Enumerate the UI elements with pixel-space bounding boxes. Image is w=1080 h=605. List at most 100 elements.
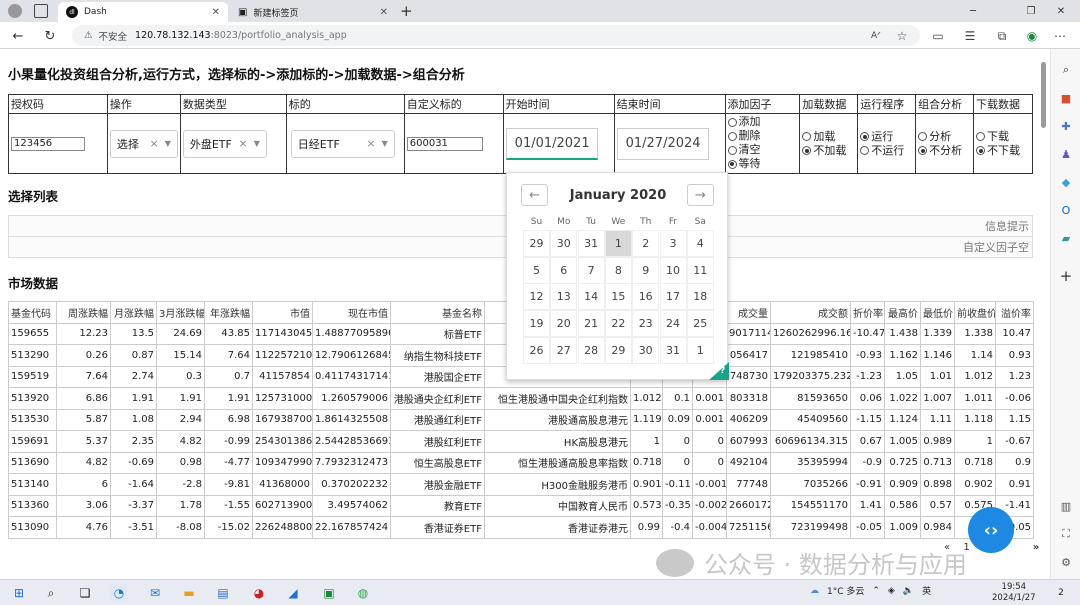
calendar-day[interactable]: 30 [632, 336, 660, 364]
column-header[interactable]: 成交额 [770, 301, 851, 324]
calendar-day[interactable]: 15 [604, 283, 632, 311]
calendar-day[interactable]: 29 [604, 336, 632, 364]
tab-dash[interactable]: dl Dash ✕ [58, 2, 228, 22]
url-input[interactable]: ⚠ 不安全 120.78.132.143 :8023/portfolio_ana… [72, 25, 920, 46]
store-icon[interactable]: ▤ [214, 584, 232, 602]
column-header[interactable]: 最低价 [920, 301, 955, 324]
calendar-day[interactable]: 16 [632, 283, 660, 311]
add-sidebar-app-icon[interactable]: + [1057, 267, 1075, 285]
calendar-day[interactable]: 23 [632, 310, 660, 338]
drop-icon[interactable]: ▰ [1057, 229, 1075, 247]
calendar-day[interactable]: 31 [577, 230, 605, 257]
column-header[interactable]: 前收盘价 [954, 301, 996, 324]
download-option-no-download[interactable]: 不下载 [976, 144, 1030, 158]
calendar-day[interactable]: 2 [632, 230, 660, 257]
calendar-day[interactable]: 27 [550, 336, 578, 364]
load-option-no-load[interactable]: 不加载 [802, 144, 855, 158]
calendar-day[interactable]: 14 [577, 283, 605, 311]
tray-chevron-up-icon[interactable]: ⌃ [872, 586, 880, 596]
next-page-icon[interactable]: » [1033, 542, 1039, 553]
column-header[interactable]: 周涨跌幅 [56, 301, 111, 324]
settings-gear-icon[interactable]: ⚙ [1057, 553, 1075, 571]
next-month-button[interactable]: → [687, 184, 714, 206]
calendar-day[interactable]: 20 [550, 310, 578, 338]
column-header[interactable]: 基金名称 [390, 301, 485, 324]
load-option-load[interactable]: 加载 [802, 130, 855, 144]
run-option-no-run[interactable]: 不运行 [860, 144, 913, 158]
radio-button[interactable] [727, 145, 737, 155]
column-header[interactable]: 折价率 [850, 301, 885, 324]
warning-icon[interactable]: ⚠ [84, 30, 93, 41]
calendar-day[interactable]: 26 [523, 336, 550, 364]
help-icon[interactable]: ? [720, 366, 725, 376]
column-header[interactable]: 月涨跌幅 [110, 301, 157, 324]
calendar-day[interactable]: 29 [523, 230, 550, 257]
column-header[interactable]: 基金代码 [8, 301, 57, 324]
ime-indicator[interactable]: 英 [922, 584, 931, 597]
outlook-icon[interactable]: O [1057, 201, 1075, 219]
favorite-star-icon[interactable]: ☆ [892, 26, 912, 46]
calendar-day[interactable]: 18 [686, 283, 714, 311]
shopping-icon[interactable]: ■ [1057, 89, 1075, 107]
edge-browser-icon[interactable]: ◔ [110, 584, 128, 602]
new-tab-button[interactable]: + [400, 2, 413, 20]
vscode-icon[interactable]: ◢ [284, 584, 302, 602]
radio-button[interactable] [802, 132, 812, 141]
radio-button[interactable] [860, 146, 870, 155]
extension-icon[interactable]: ◉ [1022, 26, 1042, 46]
security-label[interactable]: 不安全 [99, 29, 128, 43]
tab-new[interactable]: ▣ 新建标签页 ✕ [230, 2, 396, 22]
close-tab-icon[interactable]: ✕ [212, 7, 220, 18]
wechat-icon[interactable]: ◍ [354, 584, 372, 602]
weather-icon[interactable]: ☁ [810, 586, 819, 596]
calendar-day[interactable]: 1 [604, 230, 632, 257]
calendar-day[interactable]: 4 [686, 230, 714, 257]
calendar-day[interactable]: 10 [659, 256, 687, 284]
calendar-day[interactable]: 24 [659, 310, 687, 338]
factor-option-add[interactable]: 添加 [727, 115, 798, 129]
system-clock[interactable]: 19:54 2024/1/27 [992, 582, 1036, 604]
radio-button-selected[interactable] [918, 146, 928, 155]
calendar-day[interactable]: 25 [686, 310, 714, 338]
tools-icon[interactable]: ✚ [1057, 117, 1075, 135]
end-date-input[interactable]: 01/27/2024 [616, 127, 709, 160]
download-option-download[interactable]: 下载 [976, 130, 1030, 144]
column-header[interactable]: 3月涨跌幅 [156, 301, 205, 324]
tab-actions-icon[interactable] [34, 4, 48, 18]
factor-option-delete[interactable]: 删除 [727, 129, 798, 143]
calendar-day[interactable]: 9 [632, 256, 660, 284]
search-icon[interactable]: ⌕ [1057, 61, 1075, 79]
collections-icon[interactable]: ⧉ [992, 26, 1012, 46]
calendar-day[interactable]: 17 [659, 283, 687, 311]
chevron-down-icon[interactable]: ▼ [165, 139, 171, 148]
analysis-option-analyze[interactable]: 分析 [918, 130, 971, 144]
back-icon[interactable]: ← [8, 26, 28, 46]
games-icon[interactable]: ♟ [1057, 145, 1075, 163]
column-header[interactable]: 现在市值 [312, 301, 391, 324]
calendar-day[interactable]: 21 [577, 310, 605, 338]
radio-button[interactable] [918, 132, 928, 141]
sidebar-toggle-icon[interactable]: ▥ [1057, 497, 1075, 515]
radio-button-selected[interactable] [860, 132, 870, 141]
calendar-day[interactable]: 7 [577, 256, 605, 284]
office-icon[interactable]: ◆ [1057, 173, 1075, 191]
radio-button-selected[interactable] [976, 146, 986, 155]
mail-icon[interactable]: ✉ [146, 584, 164, 602]
calendar-day[interactable]: 11 [686, 256, 714, 284]
hide-sidebar-icon[interactable]: ⛶ [1057, 525, 1075, 543]
terminal-icon[interactable]: ▣ [320, 584, 338, 602]
split-screen-icon[interactable]: ▭ [928, 26, 948, 46]
minimize-button[interactable]: ─ [958, 2, 988, 20]
close-window-button[interactable]: ✕ [1046, 2, 1076, 20]
chevron-down-icon[interactable]: ▼ [254, 139, 260, 148]
operation-dropdown[interactable]: 选择 × ▼ [109, 129, 178, 158]
radio-button[interactable] [727, 117, 737, 127]
column-header[interactable]: 年涨跌幅 [204, 301, 253, 324]
page-scrollbar[interactable] [1040, 58, 1048, 563]
devtools-toggle-button[interactable]: ‹› [968, 507, 1014, 553]
radio-button-selected[interactable] [727, 159, 737, 169]
calendar-day[interactable]: 30 [550, 230, 578, 257]
calendar-day[interactable]: 13 [550, 283, 578, 311]
clear-icon[interactable]: × [149, 137, 158, 150]
radio-button-selected[interactable] [802, 146, 812, 155]
